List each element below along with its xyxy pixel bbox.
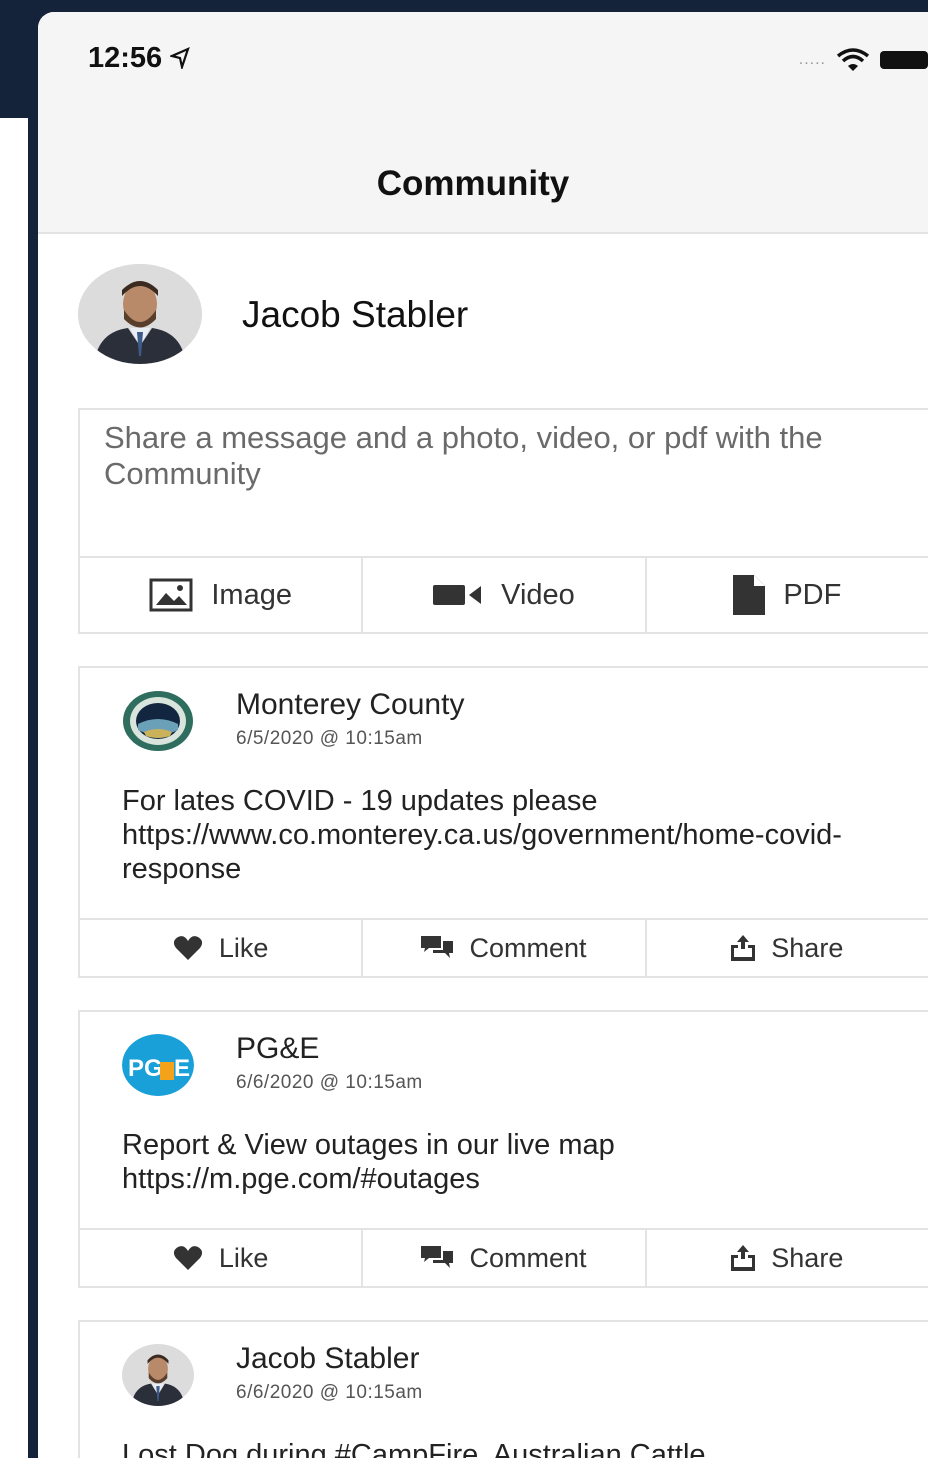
image-icon xyxy=(149,578,193,612)
status-icons: ..... xyxy=(799,48,928,72)
post-author[interactable]: Monterey County xyxy=(236,688,464,722)
share-label: Share xyxy=(771,1242,844,1273)
post-body: Lost Dog during #CampFire. Australian Ca… xyxy=(122,1439,706,1458)
post-timestamp: 6/6/2020 @ 10:15am xyxy=(236,1072,423,1093)
video-button[interactable]: Video xyxy=(363,558,647,632)
heart-icon xyxy=(173,1246,202,1270)
post-composer[interactable]: Share a message and a photo, video, or p… xyxy=(78,408,928,634)
comment-label: Comment xyxy=(469,1242,587,1273)
wifi-icon xyxy=(836,48,870,71)
post-actions: Like Comment Share xyxy=(80,1228,928,1286)
like-label: Like xyxy=(218,932,269,963)
share-button[interactable]: Share xyxy=(647,1230,928,1286)
composer-actions: Image Video PDF xyxy=(80,556,928,632)
person-photo-icon xyxy=(78,264,202,364)
image-button[interactable]: Image xyxy=(80,558,364,632)
document-icon xyxy=(733,575,766,615)
location-arrow-icon xyxy=(168,47,191,72)
current-user-name: Jacob Stabler xyxy=(242,294,469,335)
status-time: 12:56 xyxy=(88,42,191,75)
phone-screen: 12:56 ..... Community Jacob Stabler Shar… xyxy=(38,12,928,1458)
pge-logo-icon[interactable]: PG E xyxy=(122,1034,194,1096)
video-label: Video xyxy=(501,578,575,611)
image-label: Image xyxy=(211,578,292,611)
comment-button[interactable]: Comment xyxy=(363,920,647,976)
heart-icon xyxy=(173,936,202,960)
current-user-avatar[interactable] xyxy=(78,264,202,364)
post-card: Monterey County 6/5/2020 @ 10:15am For l… xyxy=(78,666,928,978)
like-button[interactable]: Like xyxy=(80,1230,364,1286)
status-bar: 12:56 ..... xyxy=(38,12,928,112)
background-panel xyxy=(0,118,28,1458)
post-body: Report & View outages in our live map ht… xyxy=(122,1129,615,1195)
status-time-text: 12:56 xyxy=(88,42,163,74)
pdf-label: PDF xyxy=(783,578,842,611)
comments-icon xyxy=(421,936,454,958)
comment-button[interactable]: Comment xyxy=(363,1230,647,1286)
battery-icon xyxy=(880,51,928,69)
post-body: For lates COVID - 19 updates please http… xyxy=(122,785,842,885)
post-timestamp: 6/6/2020 @ 10:15am xyxy=(236,1382,423,1403)
post-author-avatar[interactable] xyxy=(122,1344,194,1406)
like-button[interactable]: Like xyxy=(80,920,364,976)
post-timestamp: 6/5/2020 @ 10:15am xyxy=(236,728,423,749)
nav-bar: Community xyxy=(38,112,928,234)
post-card: Jacob Stabler 6/6/2020 @ 10:15am Lost Do… xyxy=(78,1320,928,1458)
post-author[interactable]: Jacob Stabler xyxy=(236,1342,419,1376)
comment-label: Comment xyxy=(469,932,587,963)
signal-icon: ..... xyxy=(798,51,826,68)
post-card: PG E PG&E 6/6/2020 @ 10:15am Report & Vi… xyxy=(78,1010,928,1288)
post-actions: Like Comment Share xyxy=(80,918,928,976)
svg-text:E: E xyxy=(174,1055,190,1082)
share-button[interactable]: Share xyxy=(647,920,928,976)
share-label: Share xyxy=(771,932,844,963)
share-icon xyxy=(731,1245,756,1271)
monterey-county-seal-icon[interactable] xyxy=(122,690,194,752)
share-icon xyxy=(731,935,756,961)
message-input[interactable]: Share a message and a photo, video, or p… xyxy=(104,420,864,492)
svg-text:PG: PG xyxy=(128,1055,163,1082)
video-camera-icon xyxy=(433,585,482,605)
pdf-button[interactable]: PDF xyxy=(647,558,928,632)
post-author[interactable]: PG&E xyxy=(236,1032,319,1066)
like-label: Like xyxy=(218,1242,269,1273)
page-title: Community xyxy=(376,164,570,203)
comments-icon xyxy=(421,1246,454,1268)
